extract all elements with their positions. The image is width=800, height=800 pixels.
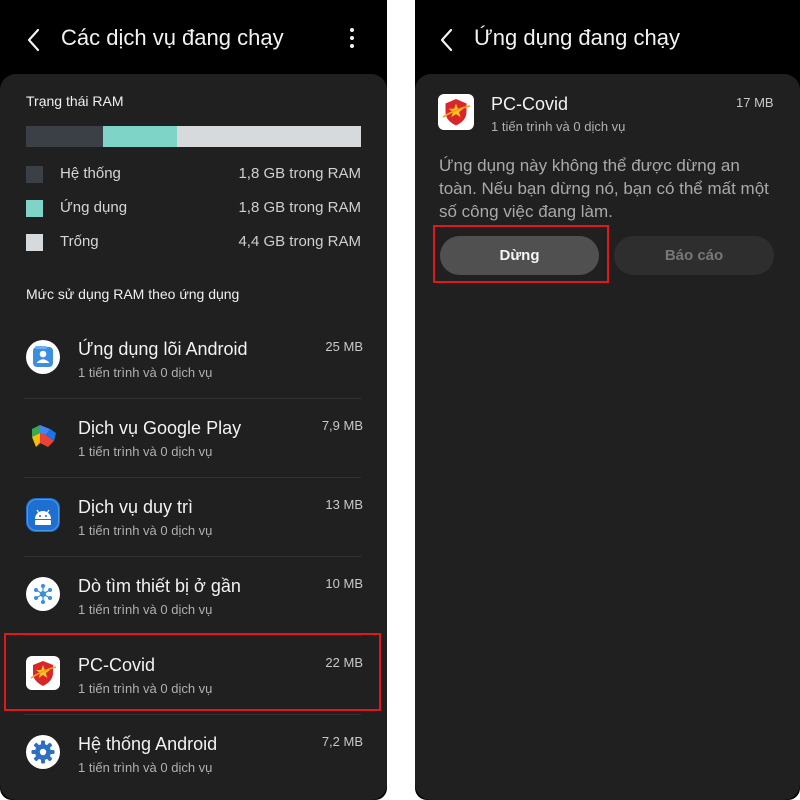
app-ram-size: 17 MB — [736, 95, 774, 110]
ram-bar-segment-system — [26, 126, 104, 147]
list-item-maintenance-service[interactable]: Dịch vụ duy trì 1 tiến trình và 0 dịch v… — [0, 478, 387, 557]
list-item-google-play-services[interactable]: Dịch vụ Google Play 1 tiến trình và 0 dị… — [0, 399, 387, 478]
legend-swatch-apps — [26, 200, 43, 217]
app-bar: Ứng dụng đang chạy — [415, 0, 800, 74]
pc-covid-icon — [438, 94, 474, 130]
kebab-dot — [350, 36, 354, 40]
app-process-info: 1 tiến trình và 0 dịch vụ — [78, 602, 213, 617]
legend-row-system: Hệ thống 1,8 GB trong RAM — [26, 165, 361, 185]
ram-usage-bar — [26, 126, 361, 147]
app-name: Hệ thống Android — [78, 734, 218, 754]
app-process-info: 1 tiến trình và 0 dịch vụ — [78, 365, 213, 380]
app-process-info: 1 tiến trình và 0 dịch vụ — [78, 444, 213, 459]
legend-value: 4,4 GB trong RAM — [238, 233, 361, 250]
kebab-dot — [350, 28, 354, 32]
legend-swatch-free — [26, 234, 43, 251]
app-process-info: 1 tiến trình và 0 dịch vụ — [78, 760, 213, 775]
gear-icon — [26, 735, 60, 769]
app-ram-size: 13 MB — [325, 497, 363, 512]
app-ram-size: 10 MB — [325, 576, 363, 591]
app-ram-size: 25 MB — [325, 339, 363, 354]
legend-value: 1,8 GB trong RAM — [238, 165, 361, 182]
app-name: PC-Covid — [491, 94, 569, 114]
app-name: Dịch vụ duy trì — [78, 497, 194, 517]
legend-value: 1,8 GB trong RAM — [238, 199, 361, 216]
app-ram-size: 7,2 MB — [321, 734, 363, 749]
chevron-left-icon — [440, 28, 453, 52]
legend-row-free: Trống 4,4 GB trong RAM — [26, 233, 361, 253]
page-title: Ứng dụng đang chạy — [474, 25, 680, 50]
nearby-devices-icon — [26, 577, 60, 611]
legend-label: Ứng dụng — [60, 199, 128, 216]
stop-warning-message: Ứng dụng này không thể được dừng an toàn… — [439, 156, 769, 221]
ram-status-heading: Trạng thái RAM — [26, 93, 124, 109]
android-core-icon — [26, 340, 60, 374]
ram-bar-segment-apps — [103, 126, 177, 147]
back-button[interactable] — [439, 27, 455, 53]
highlight-box-stop-button — [433, 225, 609, 283]
report-button[interactable]: Báo cáo — [614, 236, 774, 275]
back-button[interactable] — [26, 27, 42, 53]
running-services-screen: Các dịch vụ đang chạy Trạng thái RAM Hệ … — [0, 0, 387, 800]
app-name: Dịch vụ Google Play — [78, 418, 242, 438]
app-name: Ứng dụng lõi Android — [78, 339, 248, 359]
google-play-services-icon — [32, 425, 56, 447]
ram-bar-segment-free — [176, 126, 361, 147]
app-ram-size: 7,9 MB — [321, 418, 363, 433]
kebab-dot — [350, 44, 354, 48]
more-options-button[interactable] — [348, 28, 356, 52]
app-name: Dò tìm thiết bị ở gần — [78, 576, 241, 596]
legend-swatch-system — [26, 166, 43, 183]
ram-usage-by-app-heading: Mức sử dụng RAM theo ứng dụng — [26, 286, 240, 302]
list-item-nearby-device-scanning[interactable]: Dò tìm thiết bị ở gần 1 tiến trình và 0 … — [0, 557, 387, 636]
app-bar: Các dịch vụ đang chạy — [0, 0, 387, 74]
legend-row-apps: Ứng dụng 1,8 GB trong RAM — [26, 199, 361, 219]
app-process-info: 1 tiến trình và 0 dịch vụ — [78, 523, 213, 538]
app-process-info: 1 tiến trình và 0 dịch vụ — [491, 119, 626, 134]
list-item-android-core[interactable]: Ứng dụng lõi Android 1 tiến trình và 0 d… — [0, 320, 387, 399]
list-item-android-system[interactable]: Hệ thống Android 1 tiến trình và 0 dịch … — [0, 715, 387, 794]
legend-label: Hệ thống — [60, 165, 121, 182]
highlight-box-pc-covid — [4, 633, 381, 711]
android-robot-icon — [26, 498, 60, 532]
page-title: Các dịch vụ đang chạy — [61, 25, 284, 50]
legend-label: Trống — [60, 233, 99, 250]
chevron-left-icon — [27, 28, 40, 52]
